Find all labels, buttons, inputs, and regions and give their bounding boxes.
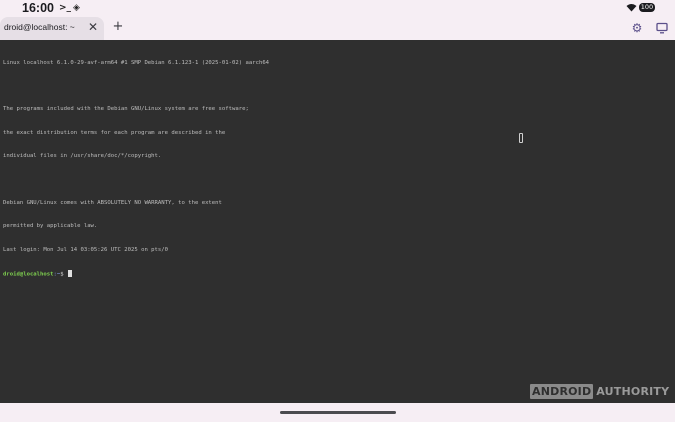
terminal-line: individual files in /usr/share/doc/*/cop… — [3, 153, 162, 160]
terminal-prompt-line[interactable]: droid@localhost:~$ — [3, 270, 269, 278]
location-diamond-icon: ◈ — [73, 3, 80, 13]
watermark-android: ANDROID — [530, 384, 594, 399]
terminal-line: the exact distribution terms for each pr… — [3, 129, 226, 136]
status-time: 16:00 — [22, 1, 54, 15]
terminal-line: The programs included with the Debian GN… — [3, 106, 249, 113]
ibeam-cursor-icon — [519, 133, 523, 143]
text-cursor — [68, 270, 72, 277]
terminal-view[interactable]: Linux localhost 6.1.0-29-avf-arm64 #1 SM… — [0, 40, 675, 403]
tab-label: droid@localhost: ~ — [4, 22, 75, 32]
gear-icon[interactable]: ⚙ — [630, 21, 644, 35]
prompt-sign: $ — [60, 271, 64, 278]
terminal-line: Debian GNU/Linux comes with ABSOLUTELY N… — [3, 199, 222, 206]
navigation-bar — [0, 403, 675, 422]
tab-bar: droid@localhost: ~ ✕ + — [0, 16, 675, 40]
add-tab-button[interactable]: + — [112, 19, 124, 35]
close-tab-icon[interactable]: ✕ — [87, 20, 99, 34]
terminal-line: permitted by applicable law. — [3, 223, 98, 230]
watermark-authority: AUTHORITY — [596, 385, 670, 398]
tab-terminal[interactable]: droid@localhost: ~ ✕ — [0, 17, 104, 40]
watermark: ANDROID AUTHORITY — [530, 384, 669, 399]
terminal-icon: >_ — [59, 3, 72, 13]
prompt-user-host: droid@localhost — [3, 271, 54, 278]
terminal-line: Last login: Mon Jul 14 03:05:26 UTC 2025… — [3, 246, 169, 253]
terminal-output: Linux localhost 6.1.0-29-avf-arm64 #1 SM… — [3, 44, 269, 294]
battery-icon: 100 — [639, 3, 655, 12]
status-bar: 16:00 >_ ◈ 100 — [0, 0, 675, 16]
terminal-line: Linux localhost 6.1.0-29-avf-arm64 #1 SM… — [3, 59, 270, 66]
display-icon[interactable] — [656, 22, 668, 34]
battery-level: 100 — [640, 3, 654, 11]
home-gesture-pill[interactable] — [280, 411, 396, 414]
wifi-icon — [626, 4, 637, 12]
